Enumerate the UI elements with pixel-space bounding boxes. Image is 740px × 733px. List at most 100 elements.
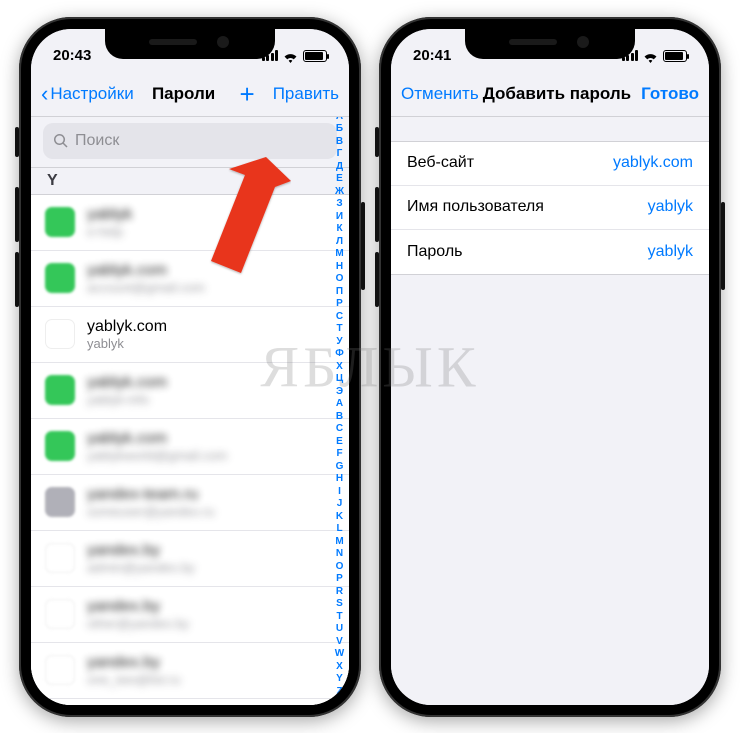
index-letter[interactable]: Х bbox=[336, 361, 343, 374]
password-row[interactable]: yandex.bymailbox@yandex.ru bbox=[31, 699, 349, 705]
index-letter[interactable]: U bbox=[336, 623, 343, 636]
site-favicon bbox=[45, 263, 75, 293]
password-row[interactable]: yablyk.comyablyk-info bbox=[31, 363, 349, 419]
index-letter[interactable]: Л bbox=[336, 236, 343, 249]
password-row[interactable]: yandex.byone_two@list.ru bbox=[31, 643, 349, 699]
password-row[interactable]: yandex.byother@yandex.by bbox=[31, 587, 349, 643]
edit-button[interactable]: Править bbox=[273, 84, 339, 104]
search-input[interactable]: Поиск bbox=[43, 123, 337, 159]
index-letter[interactable]: Y bbox=[336, 673, 343, 686]
back-label: Настройки bbox=[50, 84, 133, 104]
field-label: Пароль bbox=[407, 243, 463, 261]
page-title: Пароли bbox=[152, 84, 215, 104]
index-letter[interactable]: X bbox=[336, 661, 343, 674]
index-letter[interactable]: Б bbox=[336, 123, 343, 136]
section-header: Y bbox=[31, 167, 349, 195]
index-letter[interactable]: В bbox=[336, 136, 343, 149]
index-letter[interactable]: F bbox=[336, 448, 342, 461]
form-row[interactable]: Имя пользователя yablyk bbox=[391, 186, 709, 230]
password-row[interactable]: Яyablyk.comyablyk bbox=[31, 307, 349, 363]
site-favicon bbox=[45, 487, 75, 517]
field-label: Веб-сайт bbox=[407, 154, 474, 172]
index-letter[interactable]: Г bbox=[337, 148, 343, 161]
index-letter[interactable]: J bbox=[337, 498, 343, 511]
index-letter[interactable]: Д bbox=[336, 161, 343, 174]
index-letter[interactable]: O bbox=[336, 561, 344, 574]
index-letter[interactable]: П bbox=[336, 286, 343, 299]
done-label: Готово bbox=[641, 84, 699, 104]
password-row[interactable]: yablyke-help bbox=[31, 195, 349, 251]
index-letter[interactable]: Н bbox=[336, 261, 343, 274]
index-letter[interactable]: Ж bbox=[335, 186, 344, 199]
field-label: Имя пользователя bbox=[407, 198, 544, 216]
index-letter[interactable]: О bbox=[336, 273, 344, 286]
row-subtitle: yablyk bbox=[87, 336, 167, 352]
row-subtitle: account@gmail.com bbox=[87, 280, 205, 296]
wifi-icon bbox=[283, 50, 298, 61]
index-letter[interactable]: Э bbox=[336, 386, 343, 399]
add-button[interactable]: + bbox=[240, 81, 255, 107]
index-letter[interactable]: R bbox=[336, 586, 343, 599]
site-favicon: Я bbox=[45, 319, 75, 349]
index-letter[interactable]: У bbox=[336, 336, 342, 349]
index-letter[interactable]: N bbox=[336, 548, 343, 561]
field-value[interactable]: yablyk bbox=[648, 243, 693, 261]
row-subtitle: yablyk-info bbox=[87, 392, 167, 408]
form-row[interactable]: Пароль yablyk bbox=[391, 230, 709, 274]
index-letter[interactable]: A bbox=[336, 398, 343, 411]
index-letter[interactable]: И bbox=[336, 211, 343, 224]
row-subtitle: someuser@yandex.ru bbox=[87, 504, 214, 520]
alphabet-index[interactable]: АБВГДЕЖЗИКЛМНОПРСТУФХЦЭABCEFGHIJKLMNOPRS… bbox=[331, 117, 348, 705]
password-row[interactable]: yandex.byadmin@yandex.by bbox=[31, 531, 349, 587]
index-letter[interactable]: E bbox=[336, 436, 343, 449]
index-letter[interactable]: Е bbox=[336, 173, 343, 186]
index-letter[interactable]: Т bbox=[336, 323, 342, 336]
index-letter[interactable]: V bbox=[336, 636, 343, 649]
index-letter[interactable]: К bbox=[336, 223, 342, 236]
index-letter[interactable]: # bbox=[337, 698, 343, 705]
index-letter[interactable]: С bbox=[336, 311, 343, 324]
wifi-icon bbox=[643, 50, 658, 61]
form-row[interactable]: Веб-сайт yablyk.com bbox=[391, 142, 709, 186]
index-letter[interactable]: B bbox=[336, 411, 343, 424]
index-letter[interactable]: З bbox=[336, 198, 342, 211]
cancel-button[interactable]: Отменить bbox=[401, 84, 479, 104]
done-button[interactable]: Готово bbox=[635, 84, 699, 104]
index-letter[interactable]: K bbox=[336, 511, 343, 524]
index-letter[interactable]: Р bbox=[336, 298, 343, 311]
site-favicon bbox=[45, 375, 75, 405]
index-letter[interactable]: М bbox=[335, 248, 343, 261]
site-favicon bbox=[45, 207, 75, 237]
password-row[interactable]: yablyk.comyablykworld@gmail.com bbox=[31, 419, 349, 475]
password-list[interactable]: yablyke-helpyablyk.comaccount@gmail.comЯ… bbox=[31, 195, 349, 705]
field-value[interactable]: yablyk bbox=[648, 198, 693, 216]
index-letter[interactable]: Z bbox=[336, 686, 342, 699]
row-subtitle: yablykworld@gmail.com bbox=[87, 448, 227, 464]
row-title: yablyk.com bbox=[87, 373, 167, 392]
battery-icon bbox=[663, 50, 687, 62]
password-row[interactable]: yandex-team.rusomeuser@yandex.ru bbox=[31, 475, 349, 531]
row-title: yandex.by bbox=[87, 653, 180, 672]
index-letter[interactable]: Ц bbox=[336, 373, 343, 386]
index-letter[interactable]: C bbox=[336, 423, 343, 436]
index-letter[interactable]: P bbox=[336, 573, 343, 586]
site-favicon bbox=[45, 543, 75, 573]
cancel-label: Отменить bbox=[401, 84, 479, 104]
password-row[interactable]: yablyk.comaccount@gmail.com bbox=[31, 251, 349, 307]
index-letter[interactable]: I bbox=[338, 486, 341, 499]
battery-icon bbox=[303, 50, 327, 62]
index-letter[interactable]: W bbox=[335, 648, 344, 661]
index-letter[interactable]: T bbox=[336, 611, 342, 624]
row-title: yablyk.com bbox=[87, 429, 227, 448]
index-letter[interactable]: H bbox=[336, 473, 343, 486]
status-time: 20:43 bbox=[53, 47, 91, 64]
row-title: yablyk bbox=[87, 205, 132, 224]
index-letter[interactable]: L bbox=[336, 523, 342, 536]
field-value[interactable]: yablyk.com bbox=[613, 154, 693, 172]
index-letter[interactable]: M bbox=[335, 536, 343, 549]
index-letter[interactable]: S bbox=[336, 598, 343, 611]
index-letter[interactable]: G bbox=[336, 461, 344, 474]
site-favicon bbox=[45, 655, 75, 685]
back-button[interactable]: ‹ Настройки bbox=[41, 83, 134, 105]
index-letter[interactable]: Ф bbox=[335, 348, 344, 361]
